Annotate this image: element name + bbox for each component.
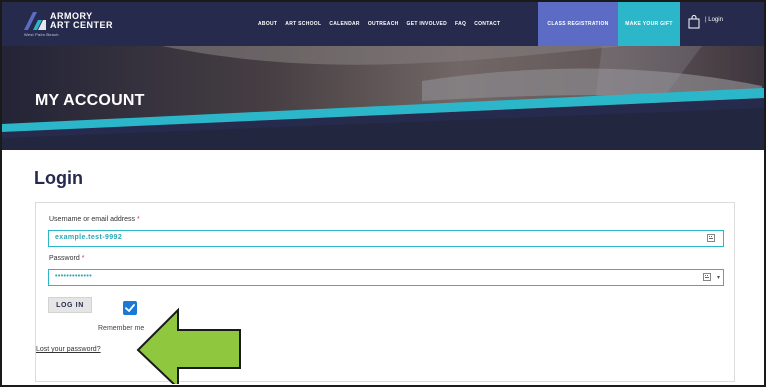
page-title: MY ACCOUNT bbox=[35, 92, 145, 109]
password-field[interactable]: ••••••••••••• ▾ bbox=[48, 269, 724, 286]
remember-me-checkbox[interactable] bbox=[123, 301, 137, 315]
username-label: Username or email address * bbox=[49, 216, 140, 223]
logo-mark-icon bbox=[24, 12, 46, 30]
header-login-link[interactable]: | Login bbox=[705, 17, 723, 23]
shopping-bag-icon[interactable] bbox=[688, 15, 700, 29]
username-field[interactable]: example.test-9992 bbox=[48, 230, 724, 247]
logo-line-2: ART CENTER bbox=[50, 20, 113, 30]
password-value: ••••••••••••• bbox=[55, 273, 93, 280]
main-nav: ABOUT ART SCHOOL CALENDAR OUTREACH GET I… bbox=[258, 2, 508, 46]
password-label-text: Password bbox=[49, 255, 80, 262]
nav-item-faq[interactable]: FAQ bbox=[455, 21, 466, 27]
nav-item-art-school[interactable]: ART SCHOOL bbox=[285, 21, 321, 27]
chevron-down-icon[interactable]: ▾ bbox=[717, 274, 720, 281]
site-header: ARMORY ART CENTER West Palm Beach ABOUT … bbox=[2, 2, 764, 46]
password-label: Password * bbox=[49, 255, 84, 262]
log-in-button[interactable]: LOG IN bbox=[48, 297, 92, 313]
nav-item-contact[interactable]: CONTACT bbox=[474, 21, 500, 27]
site-logo[interactable]: ARMORY ART CENTER West Palm Beach bbox=[24, 10, 144, 40]
required-marker: * bbox=[136, 216, 140, 223]
nav-item-calendar[interactable]: CALENDAR bbox=[329, 21, 359, 27]
username-label-text: Username or email address bbox=[49, 216, 135, 223]
keyboard-icon bbox=[707, 234, 715, 242]
nav-item-outreach[interactable]: OUTREACH bbox=[368, 21, 399, 27]
class-registration-button[interactable]: CLASS REGISTRATION bbox=[538, 2, 618, 46]
nav-item-get-involved[interactable]: GET INVOLVED bbox=[407, 21, 447, 27]
make-your-gift-button[interactable]: MAKE YOUR GIFT bbox=[618, 2, 680, 46]
logo-subtitle: West Palm Beach bbox=[24, 32, 59, 37]
login-heading: Login bbox=[34, 168, 83, 188]
keyboard-icon bbox=[703, 273, 711, 281]
lost-password-link[interactable]: Lost your password? bbox=[36, 346, 101, 353]
required-marker: * bbox=[81, 255, 85, 262]
nav-item-about[interactable]: ABOUT bbox=[258, 21, 277, 27]
annotation-arrow-icon bbox=[136, 307, 241, 384]
username-value: example.test-9992 bbox=[55, 234, 123, 241]
hero-banner: MY ACCOUNT bbox=[2, 46, 764, 150]
checkmark-icon bbox=[125, 304, 135, 312]
browser-frame: ARMORY ART CENTER West Palm Beach ABOUT … bbox=[0, 0, 766, 387]
